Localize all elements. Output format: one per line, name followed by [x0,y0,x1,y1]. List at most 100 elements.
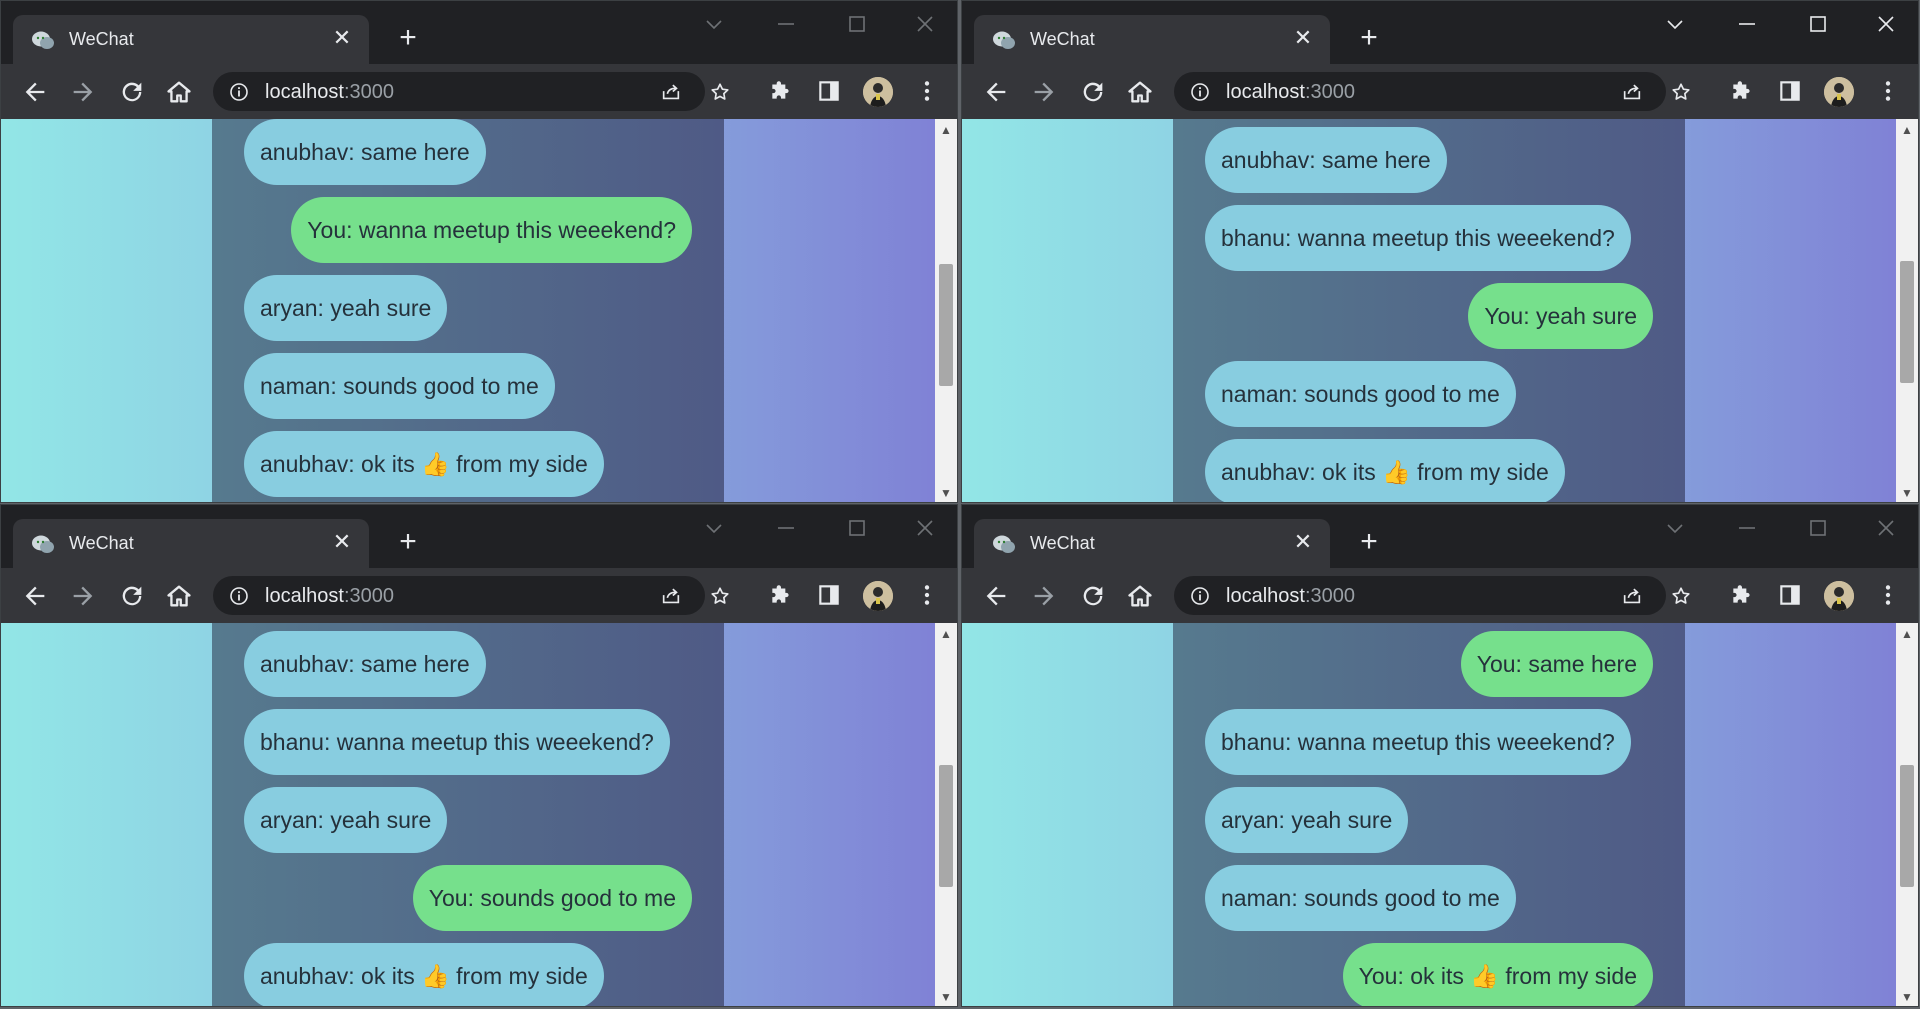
back-arrow-icon[interactable] [982,78,1010,106]
bookmark-star-icon[interactable] [709,81,731,103]
share-icon[interactable] [660,585,682,607]
browser-toolbar: localhost:3000 [962,64,1918,119]
home-icon[interactable] [165,582,193,610]
kebab-menu-icon[interactable] [1875,78,1901,104]
own-message-bubble: You: wanna meetup this weeekend? [291,197,692,263]
extensions-puzzle-icon[interactable] [768,78,794,104]
maximize-icon[interactable] [1807,13,1829,35]
home-icon[interactable] [1126,78,1154,106]
reload-icon[interactable] [118,582,146,610]
vertical-scrollbar[interactable]: ▲ ▼ [1896,623,1918,1006]
site-info-icon[interactable] [229,586,249,606]
message-bubble: anubhav: ok its 👍 from my side [244,431,604,497]
tab-wechat[interactable]: WeChat ✕ [974,519,1330,568]
new-tab-button[interactable]: + [1354,23,1384,53]
site-info-icon[interactable] [1190,586,1210,606]
forward-arrow-icon[interactable] [1030,78,1058,106]
profile-avatar[interactable] [1824,581,1854,611]
wechat-favicon-icon [992,534,1016,554]
window-close-icon[interactable] [1875,517,1897,539]
reload-icon[interactable] [1079,78,1107,106]
chat-panel: anubhav: same here bhanu: wanna meetup th… [1173,119,1685,502]
maximize-icon[interactable] [1807,517,1829,539]
profile-avatar[interactable] [1824,77,1854,107]
bookmark-star-icon[interactable] [1670,585,1692,607]
kebab-menu-icon[interactable] [914,582,940,608]
address-bar[interactable]: localhost:3000 [1174,72,1690,111]
minimize-icon[interactable] [775,13,797,35]
scrollbar-thumb[interactable] [939,264,953,386]
message-bubble: bhanu: wanna meetup this weeekend? [244,709,670,775]
share-icon[interactable] [1621,81,1643,103]
extensions-puzzle-icon[interactable] [1729,582,1755,608]
tab-search-chevron-down-icon[interactable] [703,517,725,539]
minimize-icon[interactable] [1736,517,1758,539]
scroll-up-arrow-icon[interactable]: ▲ [935,623,957,645]
scroll-up-arrow-icon[interactable]: ▲ [1896,623,1918,645]
tab-wechat[interactable]: WeChat ✕ [13,15,369,64]
tab-wechat[interactable]: WeChat ✕ [13,519,369,568]
scroll-down-arrow-icon[interactable]: ▼ [1896,482,1918,502]
tab-search-chevron-down-icon[interactable] [703,13,725,35]
home-icon[interactable] [165,78,193,106]
minimize-icon[interactable] [775,517,797,539]
scrollbar-thumb[interactable] [1900,261,1914,383]
tab-search-chevron-down-icon[interactable] [1664,517,1686,539]
reload-icon[interactable] [1079,582,1107,610]
tab-wechat[interactable]: WeChat ✕ [974,15,1330,64]
share-icon[interactable] [1621,585,1643,607]
kebab-menu-icon[interactable] [914,78,940,104]
address-bar[interactable]: localhost:3000 [213,72,729,111]
scroll-down-arrow-icon[interactable]: ▼ [935,986,957,1006]
profile-avatar[interactable] [863,581,893,611]
forward-arrow-icon[interactable] [69,78,97,106]
extensions-puzzle-icon[interactable] [768,582,794,608]
site-info-icon[interactable] [229,82,249,102]
back-arrow-icon[interactable] [982,582,1010,610]
scrollbar-thumb[interactable] [939,765,953,887]
new-tab-button[interactable]: + [393,23,423,53]
side-panel-icon[interactable] [1777,78,1803,104]
new-tab-button[interactable]: + [1354,527,1384,557]
profile-avatar[interactable] [863,77,893,107]
window-close-icon[interactable] [914,13,936,35]
address-bar[interactable]: localhost:3000 [1174,576,1690,615]
bookmark-star-icon[interactable] [709,585,731,607]
extensions-puzzle-icon[interactable] [1729,78,1755,104]
new-tab-button[interactable]: + [393,527,423,557]
message-text-before: You: ok its [1358,963,1471,989]
scroll-up-arrow-icon[interactable]: ▲ [935,119,957,141]
back-arrow-icon[interactable] [21,78,49,106]
minimize-icon[interactable] [1736,13,1758,35]
bookmark-star-icon[interactable] [1670,81,1692,103]
site-info-icon[interactable] [1190,82,1210,102]
window-close-icon[interactable] [1875,13,1897,35]
forward-arrow-icon[interactable] [1030,582,1058,610]
side-panel-icon[interactable] [1777,582,1803,608]
share-icon[interactable] [660,81,682,103]
scroll-down-arrow-icon[interactable]: ▼ [1896,986,1918,1006]
maximize-icon[interactable] [846,517,868,539]
tab-close-icon[interactable]: ✕ [1292,27,1314,49]
tab-close-icon[interactable]: ✕ [331,531,353,553]
thumbs-up-emoji-icon: 👍 [421,452,450,478]
scrollbar-thumb[interactable] [1900,765,1914,887]
vertical-scrollbar[interactable]: ▲ ▼ [935,119,957,502]
reload-icon[interactable] [118,78,146,106]
side-panel-icon[interactable] [816,582,842,608]
scroll-up-arrow-icon[interactable]: ▲ [1896,119,1918,141]
tab-close-icon[interactable]: ✕ [331,27,353,49]
address-bar[interactable]: localhost:3000 [213,576,729,615]
vertical-scrollbar[interactable]: ▲ ▼ [935,623,957,1006]
side-panel-icon[interactable] [816,78,842,104]
home-icon[interactable] [1126,582,1154,610]
tab-search-chevron-down-icon[interactable] [1664,13,1686,35]
tab-close-icon[interactable]: ✕ [1292,531,1314,553]
window-close-icon[interactable] [914,517,936,539]
forward-arrow-icon[interactable] [69,582,97,610]
kebab-menu-icon[interactable] [1875,582,1901,608]
vertical-scrollbar[interactable]: ▲ ▼ [1896,119,1918,502]
back-arrow-icon[interactable] [21,582,49,610]
maximize-icon[interactable] [846,13,868,35]
scroll-down-arrow-icon[interactable]: ▼ [935,482,957,502]
